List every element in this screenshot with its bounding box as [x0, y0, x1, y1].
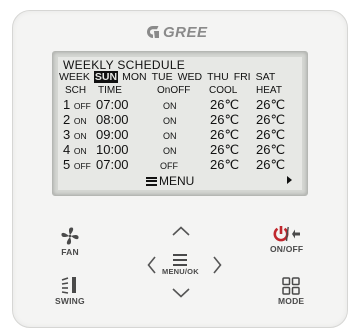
day-tue[interactable]: TUE — [151, 71, 174, 83]
chevron-right-icon — [213, 256, 222, 274]
row-number: 5 — [63, 157, 71, 172]
row-onoff: OFF — [160, 161, 178, 171]
chevron-up-icon — [172, 226, 190, 236]
power-return-icon — [273, 226, 300, 242]
row-heat: 26℃ — [256, 142, 286, 157]
fan-label: FAN — [61, 247, 79, 257]
row-state: ON — [73, 146, 87, 156]
row-onoff: ON — [163, 146, 177, 156]
row-state: OFF — [73, 101, 91, 111]
mode-button[interactable]: MODE — [278, 277, 304, 306]
mode-label: MODE — [278, 296, 305, 306]
row-heat: 26℃ — [256, 127, 286, 142]
fan-icon — [61, 227, 79, 245]
week-label: WEEK — [59, 71, 90, 83]
menu-ok-label: MENU/OK — [162, 267, 199, 276]
col-onoff: OnOFF — [157, 85, 191, 96]
screen-title: WEEKLY SCHEDULE — [63, 58, 186, 72]
gree-logo-icon — [147, 26, 159, 38]
fan-button[interactable]: FAN — [60, 226, 80, 257]
row-onoff: ON — [163, 116, 177, 126]
row-time: 07:00 — [96, 97, 129, 112]
chevron-left-icon — [147, 256, 156, 274]
row-onoff: ON — [163, 101, 177, 111]
day-wed[interactable]: WED — [177, 71, 204, 83]
swing-icon — [61, 277, 76, 294]
down-button[interactable] — [172, 288, 190, 298]
row-heat: 26℃ — [256, 112, 286, 127]
schedule-row: 2 ON — [63, 112, 87, 127]
row-number: 3 — [63, 127, 71, 142]
mode-grid-icon — [282, 277, 300, 295]
row-time: 09:00 — [96, 127, 129, 142]
row-state: OFF — [73, 161, 91, 171]
day-sun[interactable]: SUN — [93, 71, 119, 83]
row-cool: 26℃ — [210, 142, 240, 157]
day-thu[interactable]: THU — [206, 71, 230, 83]
schedule-row: 1 OFF — [63, 97, 91, 112]
menu-label: MENU — [159, 174, 195, 188]
right-button[interactable] — [213, 256, 222, 274]
up-button[interactable] — [172, 226, 190, 236]
row-time: 10:00 — [96, 142, 129, 157]
swing-label: SWING — [55, 296, 85, 306]
screen-menu: MENU — [146, 174, 194, 188]
menu-icon — [173, 254, 188, 266]
schedule-row: 5 OFF — [63, 157, 91, 172]
next-arrow-icon — [287, 176, 292, 184]
row-state: ON — [73, 116, 87, 126]
day-selector: WEEK SUN MON TUE WED THU FRI SAT — [58, 71, 276, 83]
menu-ok-button[interactable]: MENU/OK — [162, 254, 199, 276]
swing-button[interactable]: SWING — [55, 275, 85, 306]
lcd-display: WEEKLY SCHEDULE WEEK SUN MON TUE WED THU… — [52, 51, 308, 196]
day-sat[interactable]: SAT — [255, 71, 277, 83]
col-time: TIME — [98, 85, 122, 96]
schedule-row: 4 ON — [63, 142, 87, 157]
chevron-down-icon — [172, 288, 190, 298]
day-fri[interactable]: FRI — [233, 71, 252, 83]
row-state: ON — [73, 131, 87, 141]
onoff-label: ON/OFF — [270, 244, 304, 254]
gree-logo: GREE — [146, 22, 208, 42]
row-heat: 26℃ — [256, 157, 286, 172]
menu-bars-icon — [146, 176, 157, 186]
row-cool: 26℃ — [210, 97, 240, 112]
power-button[interactable]: ON/OFF — [270, 225, 303, 254]
row-cool: 26℃ — [210, 157, 240, 172]
col-cool: COOL — [209, 85, 238, 96]
row-cool: 26℃ — [210, 127, 240, 142]
row-cool: 26℃ — [210, 112, 240, 127]
row-number: 2 — [63, 112, 71, 127]
row-time: 08:00 — [96, 112, 129, 127]
day-mon[interactable]: MON — [121, 71, 148, 83]
col-heat: HEAT — [256, 85, 282, 96]
row-heat: 26℃ — [256, 97, 286, 112]
brand-name: GREE — [163, 23, 208, 41]
row-time: 07:00 — [96, 157, 129, 172]
schedule-row: 3 ON — [63, 127, 87, 142]
lcd-screen: WEEKLY SCHEDULE WEEK SUN MON TUE WED THU… — [58, 57, 302, 190]
row-number: 1 — [63, 97, 71, 112]
row-onoff: ON — [163, 131, 177, 141]
row-number: 4 — [63, 142, 71, 157]
left-button[interactable] — [147, 256, 156, 274]
col-sch: SCH — [65, 85, 87, 96]
